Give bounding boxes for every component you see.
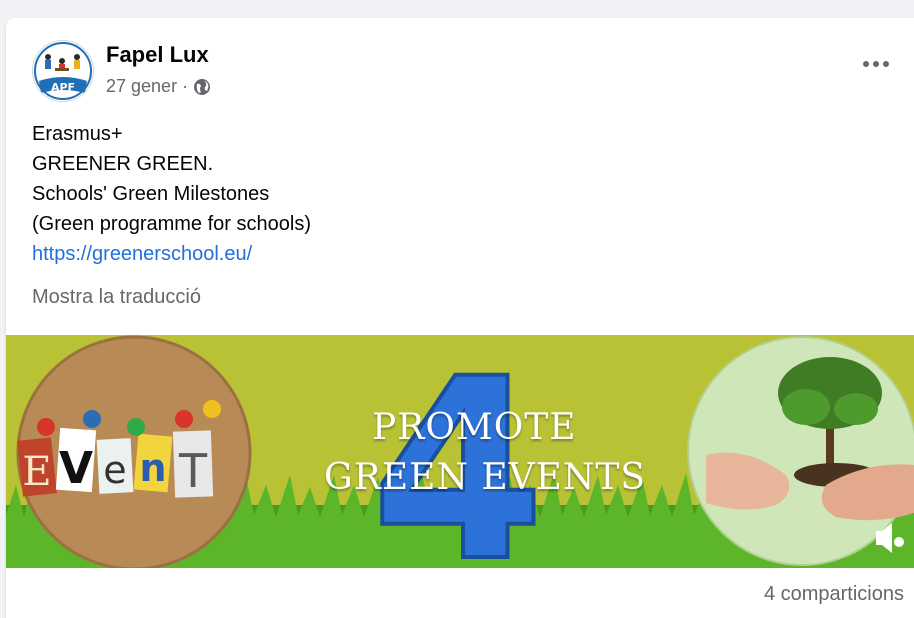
avatar[interactable]: APF bbox=[32, 40, 94, 102]
event-letter: T bbox=[178, 444, 208, 498]
avatar-text: APF bbox=[51, 81, 75, 94]
more-options-icon[interactable] bbox=[856, 52, 896, 76]
event-cork-circle: E V e n T bbox=[16, 335, 252, 568]
event-letter: E bbox=[22, 449, 51, 495]
show-translation-link[interactable]: Mostra la traducció bbox=[32, 286, 201, 309]
post-link[interactable]: https://greenerschool.eu/ bbox=[32, 243, 252, 265]
shares-count[interactable]: 4 comparticions bbox=[764, 583, 904, 606]
event-letter: n bbox=[139, 446, 166, 490]
post-card: APF Fapel Lux 27 gener · Erasmus+ GREENE… bbox=[6, 18, 914, 618]
post-text-line: (Green programme for schools) bbox=[32, 213, 311, 235]
event-letter: V bbox=[59, 443, 93, 494]
banner-title-line1: PROMOTE bbox=[372, 407, 577, 448]
post-text-line: Schools' Green Milestones bbox=[32, 183, 270, 205]
globe-icon[interactable] bbox=[193, 78, 211, 96]
post-text-line: GREENER GREEN. bbox=[32, 153, 214, 175]
post-text-line: Erasmus+ bbox=[32, 123, 123, 145]
post-date[interactable]: 27 gener bbox=[106, 76, 177, 97]
banner-graphic: E V e n T 4 bbox=[6, 335, 914, 568]
post-footer: 4 comparticions bbox=[6, 569, 914, 618]
event-letter: e bbox=[103, 448, 126, 492]
big-number: 4 bbox=[371, 335, 545, 568]
post-image[interactable]: E V e n T 4 PROMOTE GREEN EVENTS bbox=[6, 335, 914, 568]
banner-title-line2: GREEN EVENTS bbox=[324, 457, 647, 498]
author-name[interactable]: Fapel Lux bbox=[106, 42, 209, 68]
meta-separator: · bbox=[182, 76, 189, 96]
post-header: APF Fapel Lux 27 gener · bbox=[6, 18, 914, 118]
hands-tree-circle bbox=[687, 336, 914, 566]
post-meta: 27 gener · bbox=[106, 76, 211, 97]
post-text: Erasmus+ GREENER GREEN. Schools' Green M… bbox=[32, 119, 311, 269]
